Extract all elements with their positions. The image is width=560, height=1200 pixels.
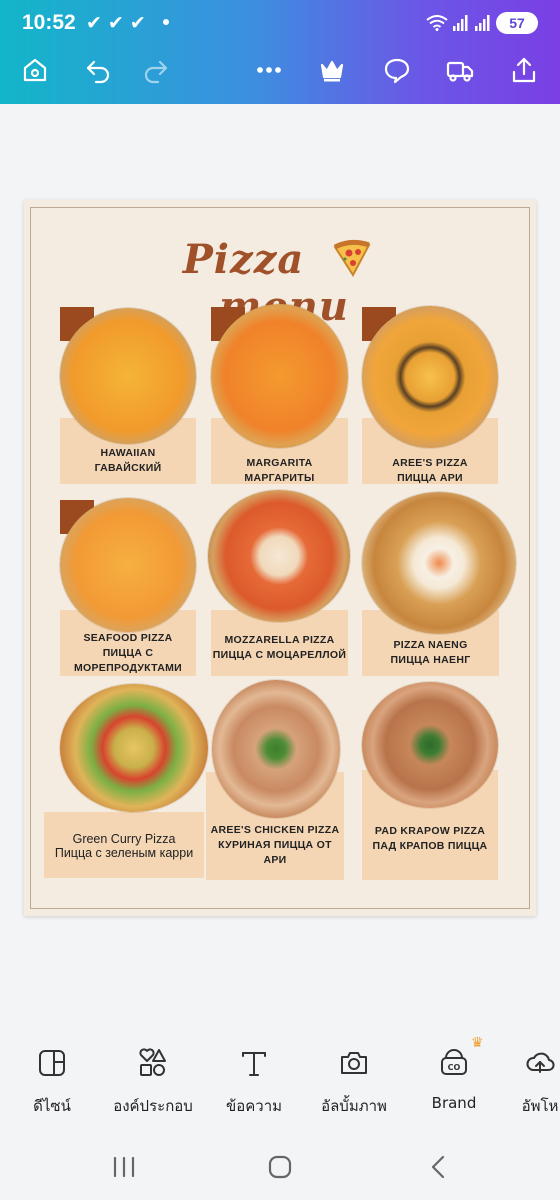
design-canvas[interactable]: Pizza menu HAWAIIAN ГАВАЙСКИЙ MARGARITA … bbox=[24, 200, 536, 916]
home-button[interactable] bbox=[19, 54, 51, 86]
print-delivery-button[interactable] bbox=[444, 54, 476, 86]
brand-crown-icon: ♛ bbox=[471, 1034, 484, 1050]
more-button[interactable] bbox=[253, 54, 285, 86]
text-tab[interactable]: ข้อความ bbox=[204, 1040, 304, 1118]
battery-level: 57 bbox=[509, 15, 525, 31]
pizza-slice-icon bbox=[333, 239, 371, 277]
caption-line: PIZZA NAENG bbox=[393, 639, 468, 651]
caption-line: КУРИНАЯ ПИЦЦА ОТ АРИ bbox=[218, 839, 332, 866]
item-caption: Green Curry Pizza Пицца с зеленым карри bbox=[44, 832, 204, 860]
system-nav-bar bbox=[0, 1140, 560, 1200]
premium-button[interactable] bbox=[316, 54, 348, 86]
design-icon bbox=[39, 1050, 65, 1076]
signal-icon-2 bbox=[475, 15, 490, 31]
uploads-tab-label: อัพโห bbox=[521, 1097, 559, 1115]
elements-icon bbox=[139, 1048, 166, 1076]
share-icon bbox=[512, 57, 536, 83]
item-caption: PIZZA NAENG ПИЦЦА НАЕНГ bbox=[362, 638, 499, 668]
recent-apps-icon bbox=[113, 1156, 135, 1178]
pizza-photo-pad-krapow[interactable] bbox=[362, 682, 498, 808]
caption-line: MOZZARELLA PIZZA bbox=[224, 634, 335, 646]
item-caption: AREE'S CHICKEN PIZZA КУРИНАЯ ПИЦЦА ОТ АР… bbox=[206, 823, 344, 868]
pizza-photo-hawaiian[interactable] bbox=[60, 308, 196, 444]
delivery-icon bbox=[446, 61, 474, 82]
home-icon bbox=[23, 58, 47, 82]
redo-button[interactable] bbox=[140, 54, 172, 86]
photos-tab-label: อัลบั้มภาพ bbox=[321, 1097, 387, 1115]
caption-line: ГАВАЙСКИЙ bbox=[94, 462, 162, 474]
item-caption: HAWAIIAN ГАВАЙСКИЙ bbox=[60, 446, 196, 476]
caption-line: MARGARITA bbox=[246, 457, 313, 469]
design-tab[interactable]: ดีไซน์ bbox=[2, 1040, 102, 1118]
caption-line: ПИЦЦА НАЕНГ bbox=[390, 654, 471, 666]
item-caption: MOZZARELLA PIZZA ПИЦЦА С МОЦАРЕЛЛОЙ bbox=[211, 633, 348, 663]
elements-tab-label: องค์ประกอบ bbox=[113, 1097, 193, 1115]
title-word-pizza: Pizza bbox=[182, 236, 305, 283]
item-caption: PAD KRAPOW PIZZA ПАД КРАПОВ ПИЦЦА bbox=[362, 824, 498, 854]
caption-line: Пицца с зеленым карри bbox=[54, 846, 194, 860]
item-caption: SEAFOOD PIZZA ПИЦЦА С МОРЕПРОДУКТАМИ bbox=[60, 631, 196, 676]
item-caption: MARGARITA МАРГАРИТЫ bbox=[211, 456, 348, 486]
upload-icon bbox=[526, 1052, 555, 1073]
text-tab-label: ข้อความ bbox=[225, 1097, 283, 1115]
signal-icon-1 bbox=[453, 15, 468, 31]
caption-line: HAWAIIAN bbox=[100, 447, 156, 459]
pizza-photo-chicken[interactable] bbox=[212, 680, 340, 818]
text-icon bbox=[242, 1052, 266, 1076]
status-time: 10:52 bbox=[22, 11, 76, 34]
caption-line: МОРЕПРОДУКТАМИ bbox=[73, 662, 182, 674]
caption-line: AREE'S PIZZA bbox=[392, 457, 468, 469]
battery-indicator: 57 bbox=[496, 12, 538, 34]
design-tab-label: ดีไซน์ bbox=[33, 1097, 71, 1115]
pizza-photo-arees[interactable] bbox=[362, 306, 498, 448]
editor-tool-bar: ดีไซน์ องค์ประกอบ ข้อความ อัลบั้มภาพ CO … bbox=[0, 1040, 560, 1120]
wifi-icon bbox=[426, 15, 448, 31]
comment-icon bbox=[384, 58, 410, 84]
caption-line: ПАД КРАПОВ ПИЦЦА bbox=[372, 840, 488, 852]
caption-line: PAD KRAPOW PIZZA bbox=[374, 825, 486, 837]
notification-dot bbox=[163, 19, 169, 25]
comment-button[interactable] bbox=[381, 54, 413, 86]
caption-line: ПИЦЦА АРИ bbox=[397, 472, 463, 484]
more-icon bbox=[257, 67, 281, 73]
status-bar: 10:52 ✔✔✔ 57 bbox=[0, 0, 560, 48]
share-button[interactable] bbox=[508, 54, 540, 86]
undo-button[interactable] bbox=[82, 54, 114, 86]
top-bar: 10:52 ✔✔✔ 57 bbox=[0, 0, 560, 104]
caption-line: ПИЦЦА С МОЦАРЕЛЛОЙ bbox=[212, 649, 347, 661]
pizza-photo-seafood[interactable] bbox=[60, 498, 196, 632]
caption-line: AREE'S CHICKEN PIZZA bbox=[210, 824, 340, 836]
undo-icon bbox=[86, 60, 110, 84]
caption-line: Green Curry Pizza bbox=[72, 832, 176, 846]
redo-icon bbox=[144, 60, 168, 84]
pizza-photo-margarita[interactable] bbox=[211, 304, 348, 448]
camera-icon bbox=[341, 1052, 367, 1074]
pizza-photo-mozzarella[interactable] bbox=[208, 490, 350, 622]
pizza-photo-naeng[interactable] bbox=[362, 492, 516, 634]
recent-apps-button[interactable] bbox=[104, 1152, 144, 1182]
back-button[interactable] bbox=[418, 1152, 458, 1182]
elements-tab[interactable]: องค์ประกอบ bbox=[103, 1040, 203, 1118]
back-icon bbox=[431, 1155, 445, 1179]
uploads-tab[interactable]: อัพโห bbox=[500, 1040, 560, 1118]
brand-icon: CO bbox=[441, 1049, 467, 1075]
home-nav-icon bbox=[268, 1155, 292, 1179]
brand-tab-label: Brand bbox=[431, 1094, 477, 1112]
caption-line: ПИЦЦА С bbox=[102, 647, 154, 659]
notification-checks: ✔✔✔ bbox=[86, 13, 152, 34]
item-caption: AREE'S PIZZA ПИЦЦА АРИ bbox=[362, 456, 498, 486]
photos-tab[interactable]: อัลบั้มภาพ bbox=[304, 1040, 404, 1118]
caption-line: SEAFOOD PIZZA bbox=[83, 632, 173, 644]
pizza-photo-green-curry[interactable] bbox=[60, 684, 208, 812]
svg-text:CO: CO bbox=[448, 1063, 461, 1072]
caption-line: МАРГАРИТЫ bbox=[244, 472, 315, 484]
brand-tab[interactable]: CO Brand bbox=[404, 1040, 504, 1112]
home-nav-button[interactable] bbox=[260, 1152, 300, 1182]
crown-icon bbox=[320, 60, 344, 82]
